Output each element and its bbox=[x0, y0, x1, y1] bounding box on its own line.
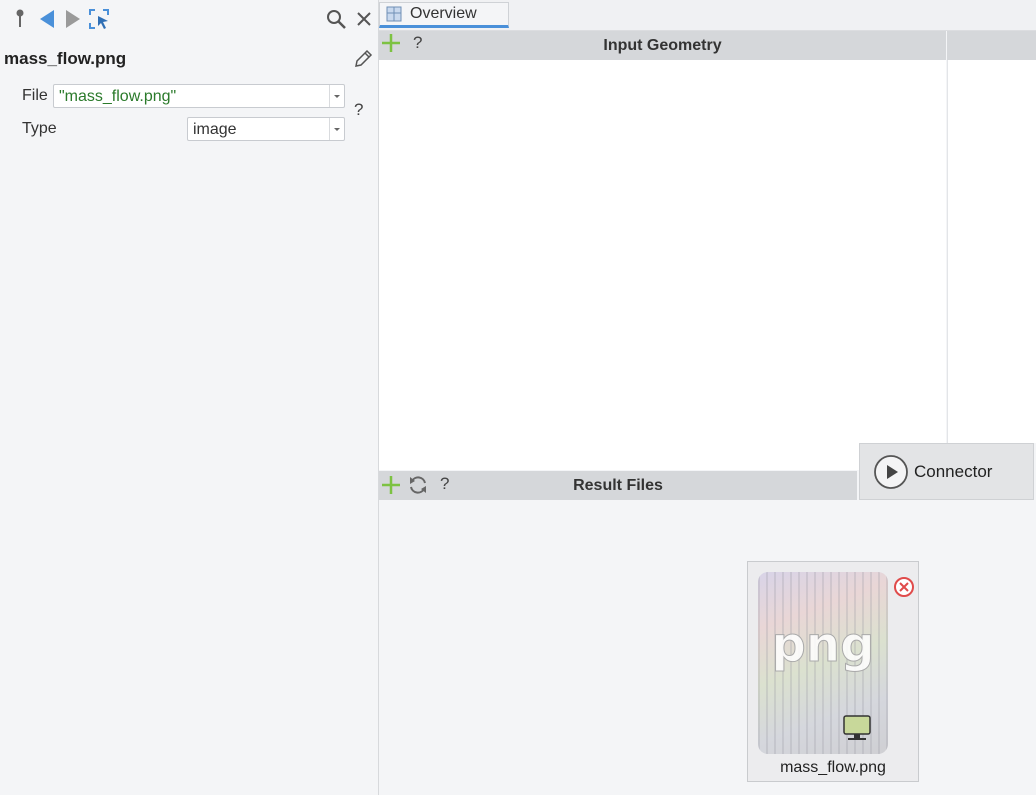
connector-button[interactable]: Connector bbox=[859, 443, 1034, 500]
add-result-icon[interactable] bbox=[380, 474, 402, 501]
file-type-text: png bbox=[771, 617, 875, 674]
result-files-header: Result Files ? bbox=[379, 471, 857, 500]
result-files-help-icon[interactable]: ? bbox=[440, 474, 449, 494]
close-icon[interactable] bbox=[353, 8, 375, 30]
type-dropdown-icon[interactable] bbox=[329, 118, 344, 140]
input-geometry-title: Input Geometry bbox=[603, 37, 722, 54]
pin-icon[interactable] bbox=[9, 8, 31, 30]
play-circle-icon bbox=[873, 454, 909, 490]
properties-panel: mass_flow.png File "mass_flow.png" ? Typ… bbox=[0, 0, 379, 795]
connector-label: Connector bbox=[914, 461, 993, 481]
panel-title: mass_flow.png bbox=[4, 49, 127, 68]
tab-overview[interactable]: Overview bbox=[379, 2, 509, 28]
help-icon[interactable]: ? bbox=[354, 100, 363, 120]
edit-pencil-icon[interactable] bbox=[352, 48, 374, 70]
type-field-label: Type bbox=[22, 120, 57, 137]
tab-bar: Overview bbox=[379, 0, 1036, 31]
file-field-value: "mass_flow.png" bbox=[59, 88, 177, 105]
result-files-title: Result Files bbox=[573, 477, 663, 494]
grid-table-icon bbox=[386, 6, 402, 29]
search-icon[interactable] bbox=[325, 8, 347, 30]
type-select-value: image bbox=[193, 121, 237, 138]
tab-overview-label: Overview bbox=[410, 5, 477, 22]
add-icon[interactable] bbox=[380, 32, 402, 59]
type-select[interactable]: image bbox=[187, 117, 345, 141]
forward-arrow-icon[interactable] bbox=[62, 8, 84, 30]
file-field[interactable]: "mass_flow.png" bbox=[53, 84, 345, 108]
file-thumbnail: png bbox=[758, 572, 888, 754]
header-extension bbox=[947, 31, 1036, 60]
input-geometry-area[interactable] bbox=[379, 60, 946, 470]
back-arrow-icon[interactable] bbox=[36, 8, 58, 30]
select-element-icon[interactable] bbox=[88, 8, 110, 30]
file-field-label: File bbox=[22, 87, 48, 104]
input-geometry-help-icon[interactable]: ? bbox=[413, 33, 422, 53]
monitor-icon bbox=[842, 714, 872, 747]
input-geometry-header: Input Geometry ? bbox=[379, 31, 946, 60]
file-name-label: mass_flow.png bbox=[780, 759, 886, 776]
right-strip bbox=[947, 60, 1036, 443]
remove-icon[interactable] bbox=[893, 576, 915, 603]
file-dropdown-icon[interactable] bbox=[329, 85, 344, 107]
result-files-area[interactable] bbox=[379, 500, 1036, 795]
refresh-icon[interactable] bbox=[407, 474, 429, 501]
result-file-card[interactable]: png mass_flow.png bbox=[747, 561, 919, 782]
